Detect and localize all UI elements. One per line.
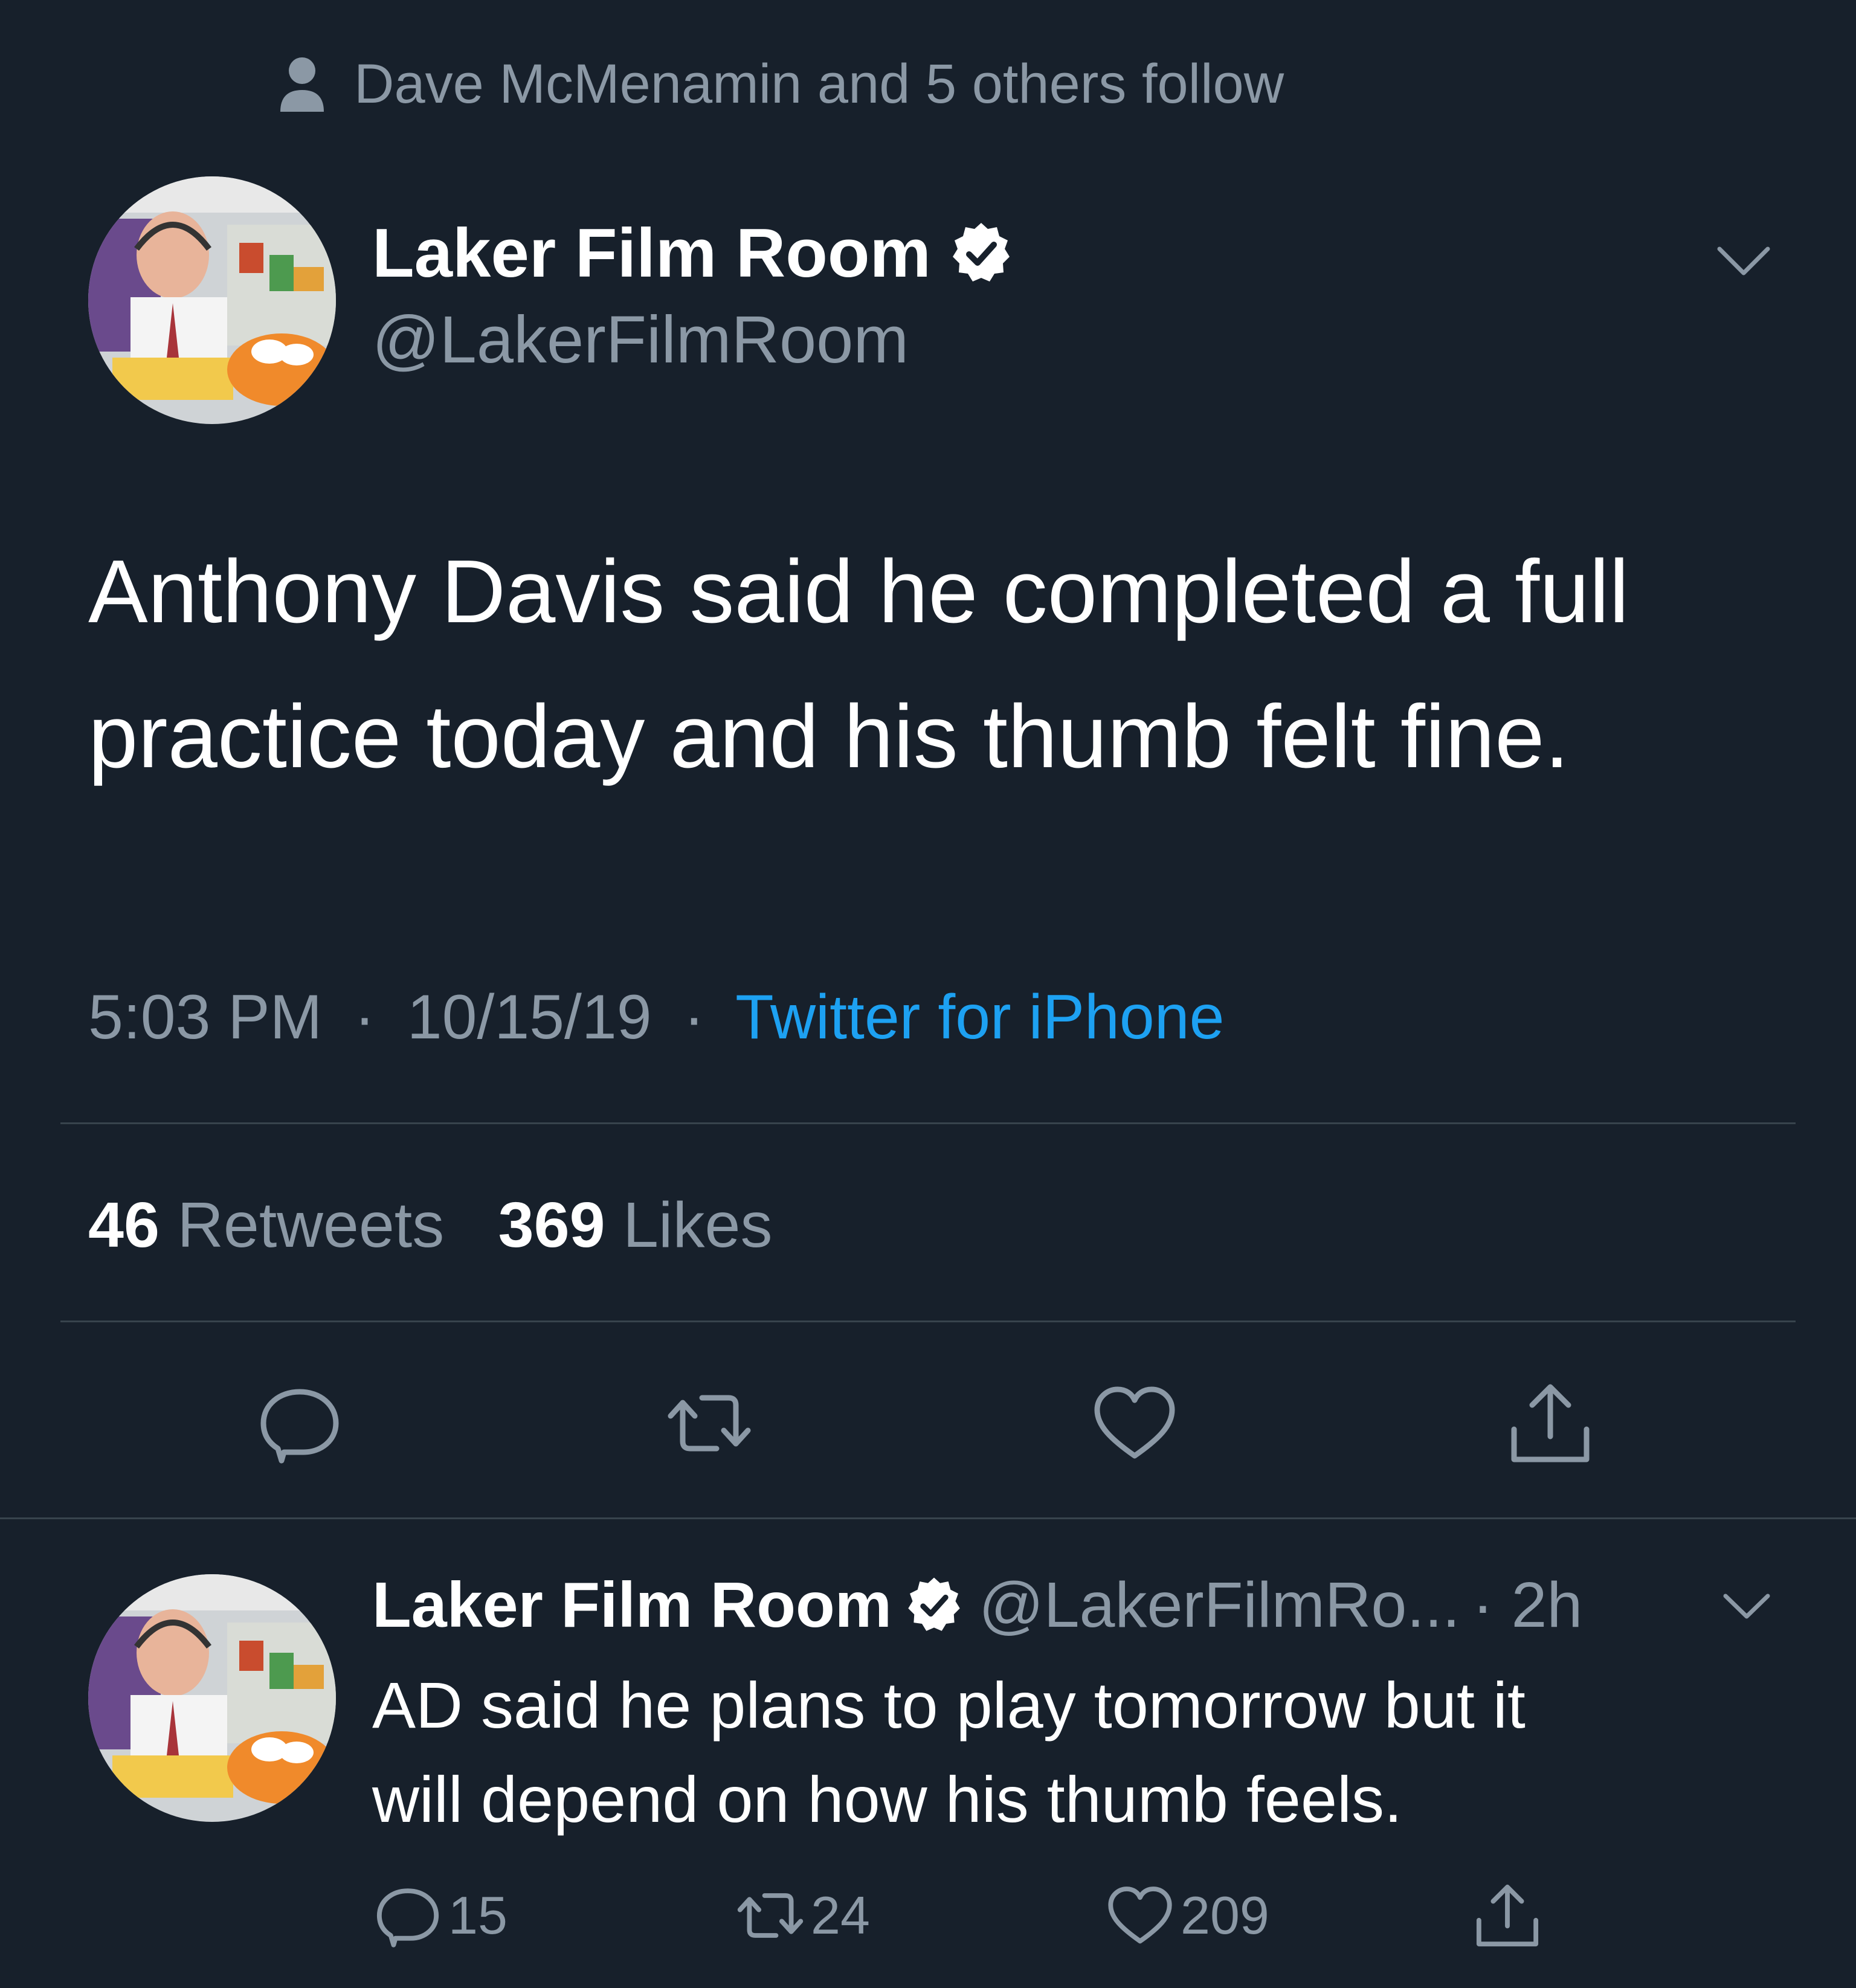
retweets-stat[interactable]: 46 Retweets <box>88 1189 462 1261</box>
likes-stat[interactable]: 369 Likes <box>498 1189 773 1261</box>
reply-display-name: Laker Film Room <box>372 1569 892 1641</box>
reply-share-button[interactable] <box>1474 1882 1548 1949</box>
divider <box>60 1321 1796 1322</box>
retweets-label: Retweets <box>177 1189 445 1261</box>
author-name[interactable]: Laker Film Room <box>372 211 1014 296</box>
chevron-down-icon[interactable] <box>1713 240 1774 283</box>
retweet-icon[interactable] <box>667 1381 752 1465</box>
retweets-count: 46 <box>88 1189 160 1261</box>
reply-text-line-1: AD said he plans to play tomorrow but it <box>372 1668 1526 1742</box>
heart-icon[interactable] <box>1092 1381 1177 1465</box>
tweet-meta: 5:03 PM · 10/15/19 · Twitter for iPhone <box>88 980 1224 1055</box>
likes-label: Likes <box>622 1189 773 1261</box>
reply-likes-button[interactable]: 209 <box>1107 1882 1269 1949</box>
reply-text-line-2: will depend on how his thumb feels. <box>372 1763 1403 1836</box>
display-name: Laker Film Room <box>372 215 931 292</box>
divider <box>0 1517 1856 1519</box>
tweet-time: 5:03 PM <box>88 982 323 1052</box>
reply-icon[interactable] <box>257 1381 342 1465</box>
author-handle[interactable]: @LakerFilmRoom <box>372 301 909 379</box>
share-icon <box>1476 1884 1539 1947</box>
tweet-stats: 46 Retweets 369 Likes <box>88 1188 772 1263</box>
reply-replies-button[interactable]: 15 <box>375 1882 507 1949</box>
meta-separator: · <box>683 982 705 1052</box>
reply-avatar[interactable] <box>88 1574 336 1822</box>
chevron-down-icon[interactable] <box>1719 1589 1774 1625</box>
tweet-date: 10/15/19 <box>407 982 652 1052</box>
heart-icon <box>1108 1887 1172 1944</box>
social-context[interactable]: Dave McMenamin and 5 others follow <box>279 51 1284 117</box>
tweet-source-link[interactable]: Twitter for iPhone <box>735 982 1224 1052</box>
person-icon <box>279 56 325 112</box>
verified-badge-icon <box>904 1575 964 1635</box>
avatar[interactable] <box>88 176 336 424</box>
share-icon[interactable] <box>1508 1381 1593 1465</box>
divider <box>60 1122 1796 1124</box>
tweet-text-line-1: Anthony Davis said he completed a full <box>88 542 1629 642</box>
reply-likes-count: 209 <box>1181 1885 1269 1945</box>
reply-retweets-button[interactable]: 24 <box>737 1882 870 1949</box>
tweet-text-line-2: practice today and his thumb felt fine. <box>88 687 1570 787</box>
likes-count: 369 <box>498 1189 605 1261</box>
reply-retweets-count: 24 <box>811 1885 870 1945</box>
reply-time: · 2h <box>1472 1569 1583 1641</box>
verified-badge-icon <box>948 220 1014 287</box>
reply-author-line[interactable]: Laker Film Room @LakerFilmRo... · 2h <box>372 1566 1582 1644</box>
reply-handle: @LakerFilmRo... <box>978 1569 1460 1641</box>
reply-replies-count: 15 <box>448 1885 507 1945</box>
social-context-text: Dave McMenamin and 5 others follow <box>354 53 1284 115</box>
meta-separator: · <box>354 982 375 1052</box>
retweet-icon <box>737 1893 804 1938</box>
reply-icon <box>376 1888 439 1948</box>
